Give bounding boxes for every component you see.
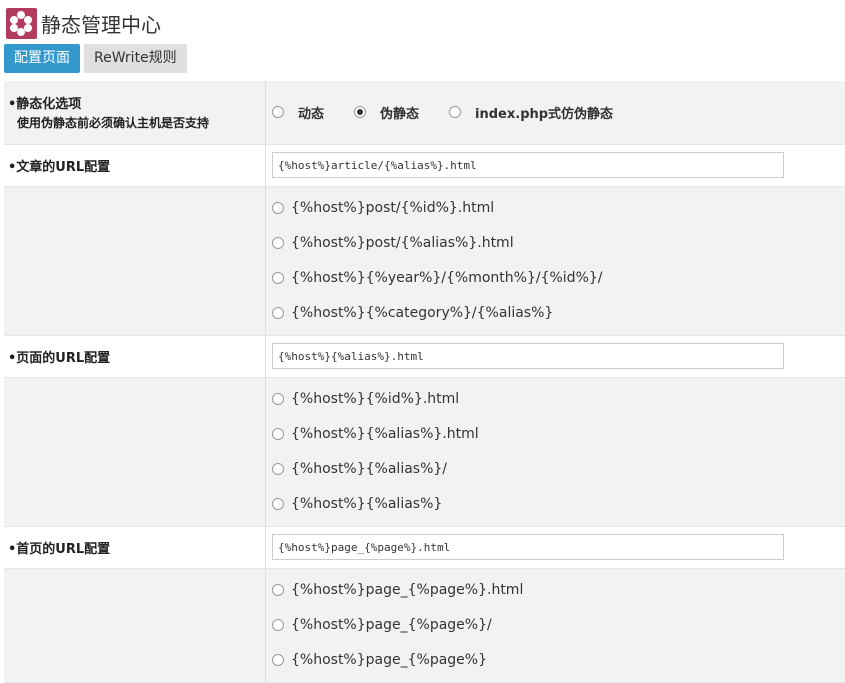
article-option-label: {%host%}post/{%alias%}.html: [291, 235, 514, 251]
article-url-input[interactable]: [272, 152, 784, 178]
mode-option-index-php-label: index.php式仿伪静态: [475, 103, 613, 122]
radio-page-option[interactable]: [272, 463, 284, 475]
radio-article-option[interactable]: [272, 237, 284, 249]
article-url-label: •文章的URL配置: [4, 144, 266, 186]
home-option[interactable]: {%host%}page_{%page%}: [267, 643, 844, 678]
static-mode-options: 动态 伪静态 index.php式仿伪静态: [266, 81, 845, 144]
page-url-row: •页面的URL配置: [4, 335, 845, 377]
flower-logo-icon: [6, 8, 37, 39]
page-url-label: •页面的URL配置: [4, 335, 266, 377]
page-header: 静态管理中心: [6, 6, 161, 40]
page-option[interactable]: {%host%}{%alias%}: [267, 487, 844, 522]
home-url-options-row: {%host%}page_{%page%}.html {%host%}page_…: [4, 568, 845, 682]
home-url-input[interactable]: [272, 534, 784, 560]
static-mode-label: •静态化选项: [8, 97, 81, 112]
page-option-label: {%host%}{%alias%}/: [291, 461, 447, 477]
page-option[interactable]: {%host%}{%id%}.html: [267, 382, 844, 417]
home-option-label: {%host%}page_{%page%}: [291, 652, 487, 668]
tab-config-page[interactable]: 配置页面: [4, 44, 80, 73]
radio-page-option[interactable]: [272, 393, 284, 405]
page-option-label: {%host%}{%alias%}.html: [291, 426, 479, 442]
radio-page-option[interactable]: [272, 428, 284, 440]
article-url-options: {%host%}post/{%id%}.html {%host%}post/{%…: [267, 188, 844, 334]
settings-table: •静态化选项 使用伪静态前必须确认主机是否支持 动态 伪静态 index.php…: [4, 81, 845, 683]
article-option[interactable]: {%host%}{%year%}/{%month%}/{%id%}/: [267, 261, 844, 296]
mode-option-index-php[interactable]: index.php式仿伪静态: [449, 103, 613, 122]
static-mode-label-cell: •静态化选项 使用伪静态前必须确认主机是否支持: [4, 81, 266, 144]
mode-option-pseudo-static-label: 伪静态: [380, 103, 419, 122]
page-option[interactable]: {%host%}{%alias%}/: [267, 452, 844, 487]
page-option-label: {%host%}{%id%}.html: [291, 391, 459, 407]
home-option-label: {%host%}page_{%page%}/: [291, 617, 492, 633]
page-title: 静态管理中心: [41, 9, 161, 38]
article-option[interactable]: {%host%}post/{%alias%}.html: [267, 226, 844, 261]
radio-index-php[interactable]: [449, 106, 461, 118]
radio-article-option[interactable]: [272, 307, 284, 319]
static-mode-row: •静态化选项 使用伪静态前必须确认主机是否支持 动态 伪静态 index.php…: [4, 81, 845, 144]
page-url-options-row: {%host%}{%id%}.html {%host%}{%alias%}.ht…: [4, 377, 845, 526]
tab-rewrite-rules[interactable]: ReWrite规则: [84, 44, 187, 73]
home-option-label: {%host%}page_{%page%}.html: [291, 582, 523, 598]
article-option-label: {%host%}{%category%}/{%alias%}: [291, 305, 553, 321]
page-option-label: {%host%}{%alias%}: [291, 496, 442, 512]
radio-home-option[interactable]: [272, 654, 284, 666]
home-url-label: •首页的URL配置: [4, 526, 266, 568]
article-option-label: {%host%}{%year%}/{%month%}/{%id%}/: [291, 270, 603, 286]
radio-dynamic[interactable]: [272, 106, 284, 118]
radio-home-option[interactable]: [272, 584, 284, 596]
radio-page-option[interactable]: [272, 498, 284, 510]
page-option[interactable]: {%host%}{%alias%}.html: [267, 417, 844, 452]
mode-option-dynamic-label: 动态: [298, 103, 324, 122]
page-url-options: {%host%}{%id%}.html {%host%}{%alias%}.ht…: [267, 379, 844, 525]
page-url-input[interactable]: [272, 343, 784, 369]
home-option[interactable]: {%host%}page_{%page%}.html: [267, 573, 844, 608]
article-option-label: {%host%}post/{%id%}.html: [291, 200, 494, 216]
radio-home-option[interactable]: [272, 619, 284, 631]
article-option[interactable]: {%host%}{%category%}/{%alias%}: [267, 296, 844, 331]
radio-pseudo-static[interactable]: [354, 106, 366, 118]
radio-article-option[interactable]: [272, 272, 284, 284]
home-url-row: •首页的URL配置: [4, 526, 845, 568]
article-url-options-row: {%host%}post/{%id%}.html {%host%}post/{%…: [4, 186, 845, 335]
home-url-options: {%host%}page_{%page%}.html {%host%}page_…: [267, 570, 844, 681]
home-option[interactable]: {%host%}page_{%page%}/: [267, 608, 844, 643]
radio-article-option[interactable]: [272, 202, 284, 214]
article-option[interactable]: {%host%}post/{%id%}.html: [267, 191, 844, 226]
article-url-row: •文章的URL配置: [4, 144, 845, 186]
mode-option-dynamic[interactable]: 动态: [272, 103, 324, 122]
tab-bar: 配置页面 ReWrite规则: [4, 44, 187, 73]
mode-option-pseudo-static[interactable]: 伪静态: [354, 103, 419, 122]
static-mode-note: 使用伪静态前必须确认主机是否支持: [17, 114, 264, 131]
